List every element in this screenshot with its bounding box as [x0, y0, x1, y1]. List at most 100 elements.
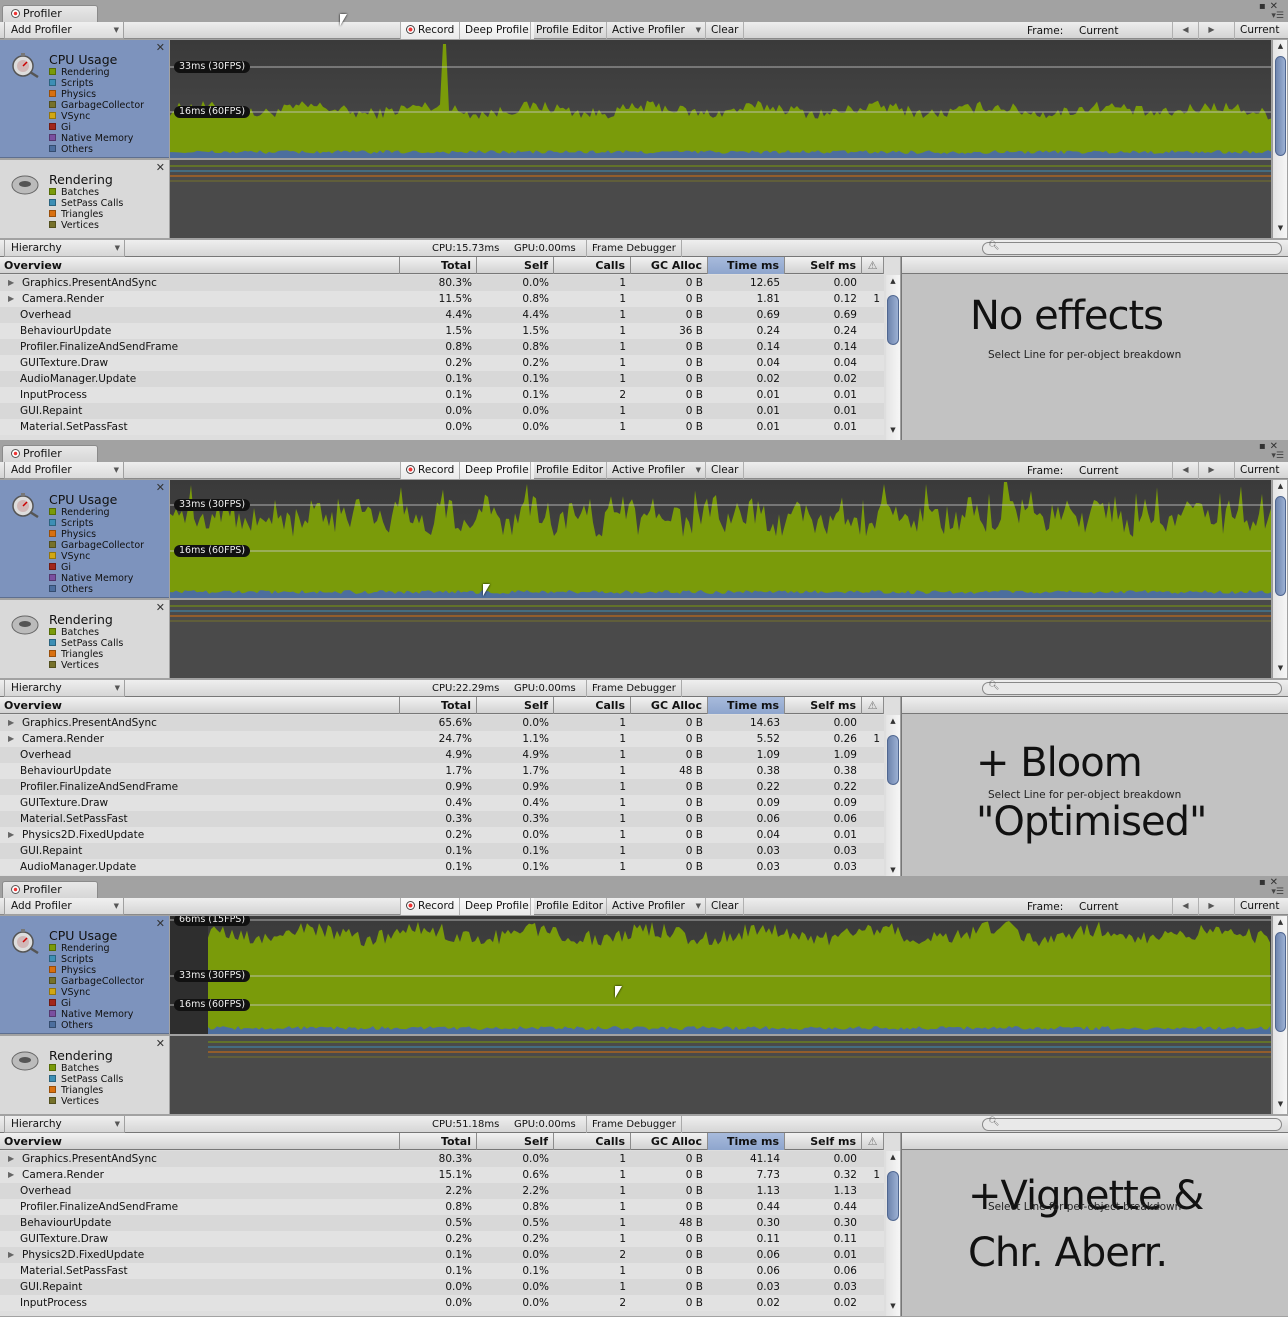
scroll-down-icon[interactable]: ▼ [1273, 224, 1288, 236]
legend-item-triangles[interactable]: Triangles [49, 209, 123, 220]
profile-editor-button[interactable]: Profile Editor [530, 462, 608, 479]
profile-editor-button[interactable]: Profile Editor [530, 898, 608, 915]
close-cpu-module-icon[interactable]: ✕ [156, 481, 165, 494]
scrollbar-thumb[interactable] [887, 295, 899, 345]
frame-debugger-button[interactable]: Frame Debugger [586, 240, 682, 257]
table-scrollbar[interactable]: ▲ ▼ [886, 715, 900, 880]
add-profiler-dropdown[interactable]: Add Profiler ▼ [4, 22, 124, 39]
legend-item-scripts[interactable]: Scripts [49, 78, 144, 89]
table-scrollbar[interactable]: ▲ ▼ [886, 1151, 900, 1316]
legend-item-setpass-calls[interactable]: SetPass Calls [49, 1074, 123, 1085]
legend-item-native-memory[interactable]: Native Memory [49, 1009, 144, 1020]
legend-item-physics[interactable]: Physics [49, 529, 144, 540]
legend-item-others[interactable]: Others [49, 1020, 144, 1031]
cpu-usage-legend[interactable]: CPU Usage Rendering Scripts Physics Garbage… [0, 916, 169, 1034]
scroll-up-icon[interactable]: ▲ [886, 1153, 900, 1165]
next-frame-button[interactable]: ▶ [1198, 462, 1224, 479]
expand-arrow-icon[interactable]: ▶ [8, 275, 14, 291]
table-row[interactable]: BehaviourUpdate 0.5% 0.5% 1 48 B 0.30 0.30 [0, 1215, 884, 1231]
active-profiler-dropdown[interactable]: Active Profiler ▼ [606, 462, 705, 479]
profiler-tab[interactable]: Profiler [2, 881, 98, 898]
next-frame-button[interactable]: ▶ [1198, 22, 1224, 39]
table-row[interactable]: InputProcess 0.1% 0.1% 2 0 B 0.01 0.01 [0, 387, 884, 403]
table-row[interactable]: Material.SetPassFast 0.1% 0.1% 1 0 B 0.06 0.06 [0, 1263, 884, 1279]
table-row[interactable]: GUITexture.Draw 0.2% 0.2% 1 0 B 0.04 0.04 [0, 355, 884, 371]
deep-profile-button[interactable]: Deep Profile [459, 22, 534, 39]
expand-arrow-icon[interactable]: ▶ [8, 827, 14, 843]
maximize-icon[interactable]: ▪ [1259, 877, 1270, 888]
table-row[interactable]: ▶ Graphics.PresentAndSync 80.3% 0.0% 1 0 B 41.… [0, 1151, 884, 1167]
legend-item-vertices[interactable]: Vertices [49, 1096, 123, 1107]
scroll-up-icon[interactable]: ▲ [1273, 918, 1288, 930]
scroll-down-icon[interactable]: ▼ [886, 426, 900, 438]
legend-item-physics[interactable]: Physics [49, 89, 144, 100]
legend-item-setpass-calls[interactable]: SetPass Calls [49, 638, 123, 649]
legend-item-scripts[interactable]: Scripts [49, 518, 144, 529]
legend-item-scripts[interactable]: Scripts [49, 954, 144, 965]
rendering-graph[interactable] [170, 1036, 1271, 1114]
current-frame-button[interactable]: Current [1234, 22, 1284, 39]
column-gc-alloc[interactable]: GC Alloc [631, 1133, 708, 1150]
column-total[interactable]: Total [400, 1133, 477, 1150]
active-profiler-dropdown[interactable]: Active Profiler ▼ [606, 22, 705, 39]
scrollbar-thumb[interactable] [887, 735, 899, 785]
legend-item-triangles[interactable]: Triangles [49, 649, 123, 660]
record-button[interactable]: Record [400, 462, 460, 479]
clear-button[interactable]: Clear [705, 898, 745, 915]
table-row[interactable]: GUI.Repaint 0.1% 0.1% 1 0 B 0.03 0.03 [0, 843, 884, 859]
search-input[interactable]: 🔍︎ [982, 241, 1282, 255]
graph-scrollbar[interactable]: ▲ ▼ [1272, 916, 1287, 1114]
scrollbar-thumb[interactable] [1275, 56, 1286, 156]
scrollbar-thumb[interactable] [1275, 932, 1286, 1032]
table-row[interactable]: ▶ Physics2D.FixedUpdate 0.2% 0.0% 1 0 B 0.04 0.… [0, 827, 884, 843]
expand-arrow-icon[interactable]: ▶ [8, 731, 14, 747]
legend-item-vsync[interactable]: VSync [49, 987, 144, 998]
legend-item-garbagecollector[interactable]: GarbageCollector [49, 540, 144, 551]
window-menu-icon[interactable]: ▾☰ [1271, 451, 1284, 461]
column-calls[interactable]: Calls [554, 697, 631, 714]
record-button[interactable]: Record [400, 898, 460, 915]
hierarchy-dropdown[interactable]: Hierarchy ▼ [4, 680, 125, 697]
profiler-tab[interactable]: Profiler [2, 445, 98, 462]
column-self[interactable]: Self [477, 1133, 554, 1150]
legend-item-setpass-calls[interactable]: SetPass Calls [49, 198, 123, 209]
table-row[interactable]: Overhead 4.4% 4.4% 1 0 B 0.69 0.69 [0, 307, 884, 323]
column-calls[interactable]: Calls [554, 1133, 631, 1150]
legend-item-gi[interactable]: Gi [49, 122, 144, 133]
scrollbar-thumb[interactable] [1275, 496, 1286, 596]
warning-triangle-icon[interactable]: ⚠ [862, 257, 884, 274]
table-row[interactable]: ▶ Camera.Render 15.1% 0.6% 1 0 B 7.73 0.32 1 [0, 1167, 884, 1183]
rendering-legend[interactable]: Rendering Batches SetPass Calls Triangles V… [0, 1036, 169, 1114]
legend-item-batches[interactable]: Batches [49, 187, 123, 198]
column-overview[interactable]: Overview [0, 1133, 400, 1150]
table-row[interactable]: InputProcess 0.0% 0.0% 2 0 B 0.02 0.02 [0, 1295, 884, 1311]
deep-profile-button[interactable]: Deep Profile [459, 898, 534, 915]
scroll-down-icon[interactable]: ▼ [1273, 664, 1288, 676]
close-rendering-module-icon[interactable]: ✕ [156, 1037, 165, 1050]
column-overview[interactable]: Overview [0, 697, 400, 714]
expand-arrow-icon[interactable]: ▶ [8, 1151, 14, 1167]
close-cpu-module-icon[interactable]: ✕ [156, 917, 165, 930]
table-row[interactable]: BehaviourUpdate 1.7% 1.7% 1 48 B 0.38 0.38 [0, 763, 884, 779]
active-profiler-dropdown[interactable]: Active Profiler ▼ [606, 898, 705, 915]
column-total[interactable]: Total [400, 257, 477, 274]
expand-arrow-icon[interactable]: ▶ [8, 1167, 14, 1183]
table-row[interactable]: Material.SetPassFast 0.0% 0.0% 1 0 B 0.01 0.01 [0, 419, 884, 435]
rendering-legend[interactable]: Rendering Batches SetPass Calls Triangles V… [0, 600, 169, 678]
table-scrollbar[interactable]: ▲ ▼ [886, 275, 900, 440]
scroll-up-icon[interactable]: ▲ [1273, 42, 1288, 54]
window-menu-icon[interactable]: ▾☰ [1271, 11, 1284, 21]
legend-item-vsync[interactable]: VSync [49, 111, 144, 122]
table-row[interactable]: Overhead 4.9% 4.9% 1 0 B 1.09 1.09 [0, 747, 884, 763]
graph-scrollbar[interactable]: ▲ ▼ [1272, 480, 1287, 678]
prev-frame-button[interactable]: ◀ [1172, 22, 1198, 39]
legend-item-batches[interactable]: Batches [49, 627, 123, 638]
table-row[interactable]: Profiler.FinalizeAndSendFrame 0.8% 0.8% 1 0 … [0, 339, 884, 355]
legend-item-garbagecollector[interactable]: GarbageCollector [49, 976, 144, 987]
scroll-up-icon[interactable]: ▲ [886, 717, 900, 729]
legend-item-batches[interactable]: Batches [49, 1063, 123, 1074]
record-button[interactable]: Record [400, 22, 460, 39]
maximize-icon[interactable]: ▪ [1259, 441, 1270, 452]
legend-item-rendering[interactable]: Rendering [49, 507, 144, 518]
column-gc-alloc[interactable]: GC Alloc [631, 697, 708, 714]
